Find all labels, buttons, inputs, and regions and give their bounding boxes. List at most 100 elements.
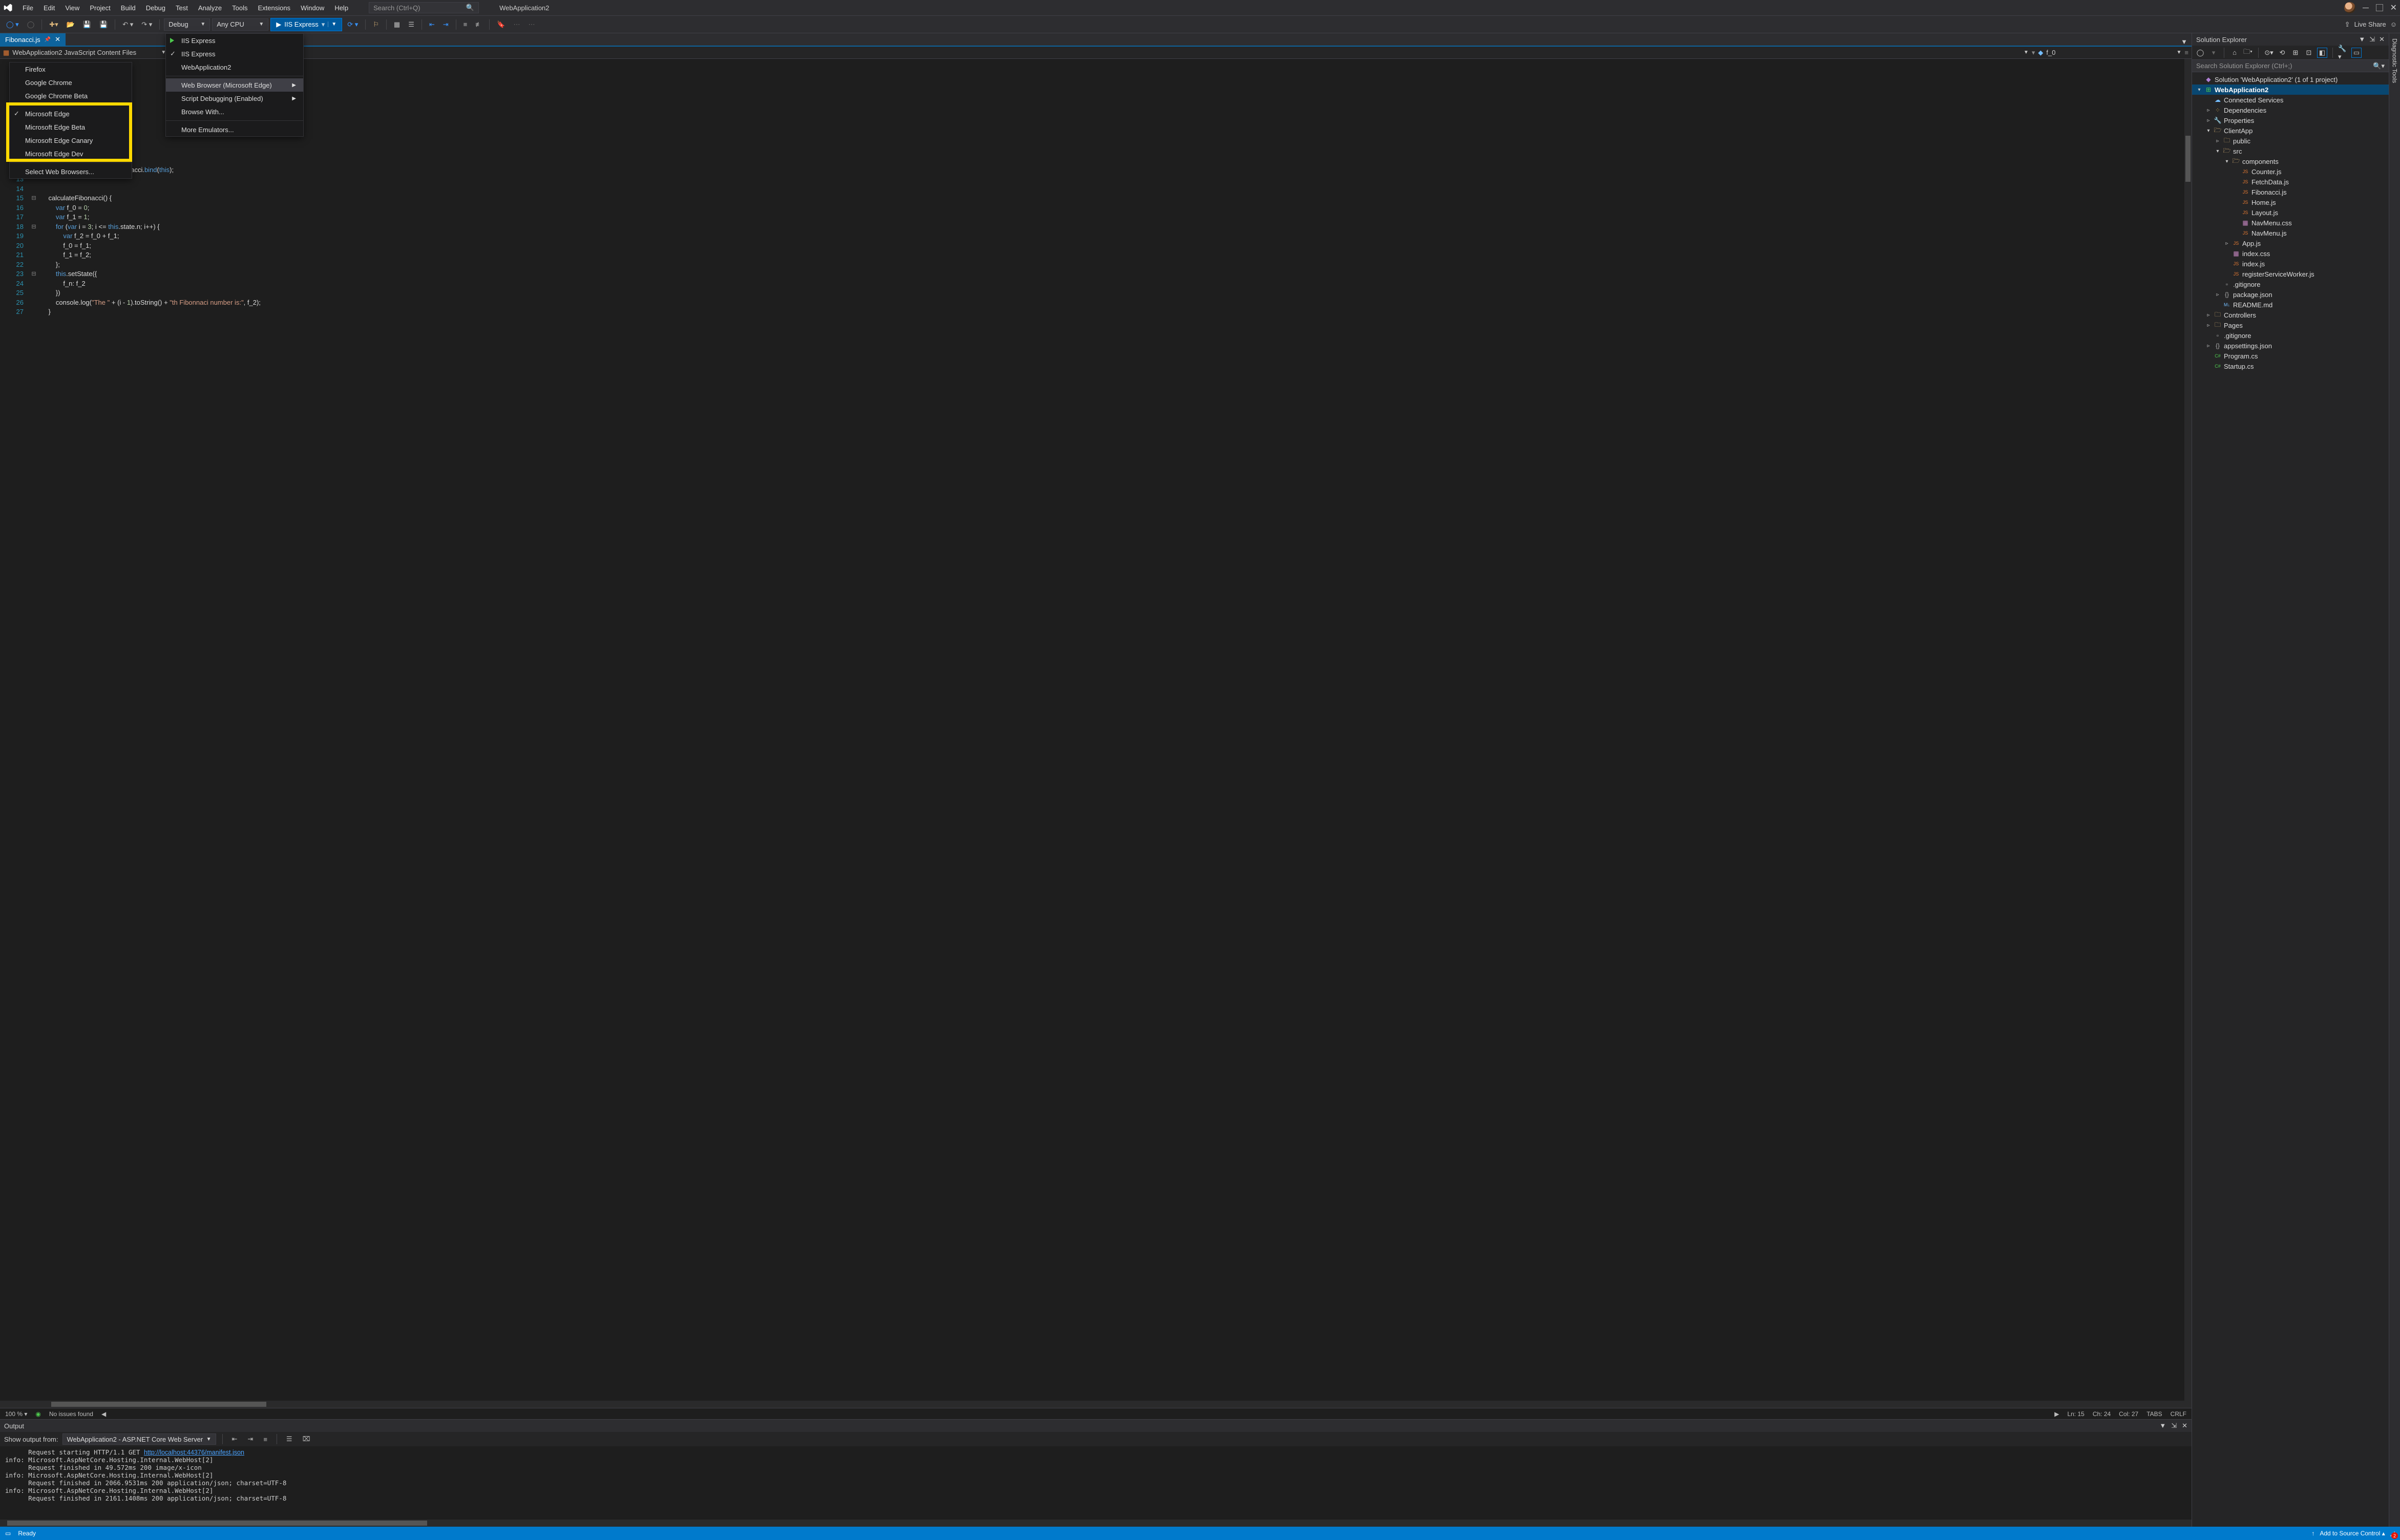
config-combo[interactable]: Debug▼ xyxy=(164,18,210,31)
tree-node[interactable]: JSregisterServiceWorker.js xyxy=(2192,269,2389,279)
se-scope-icon[interactable]: ⊡ xyxy=(2304,48,2314,58)
code-editor[interactable]: 1234567891011121314151617181920212223242… xyxy=(0,59,2192,1401)
quick-search-input[interactable]: Search (Ctrl+Q) 🔍 xyxy=(369,2,479,13)
menu-item[interactable]: Firefox xyxy=(10,62,132,76)
split-icon[interactable]: ≡ xyxy=(2184,49,2188,56)
menu-tools[interactable]: Tools xyxy=(227,2,252,14)
nav-back-button[interactable]: ◯ ▾ xyxy=(3,18,22,31)
se-back-icon[interactable]: ◯ xyxy=(2195,48,2205,58)
menu-item[interactable]: More Emulators... xyxy=(166,123,303,136)
save-all-button[interactable]: 💾 xyxy=(96,18,111,31)
menu-item[interactable]: Google Chrome Beta xyxy=(10,89,132,102)
menu-item[interactable]: Microsoft Edge Canary xyxy=(10,134,132,147)
zoom-combo[interactable]: 100 % ▾ xyxy=(5,1410,27,1418)
output-indent3-icon[interactable]: ≡ xyxy=(260,1433,270,1445)
se-home-icon[interactable]: ⌂ xyxy=(2229,48,2240,58)
menu-item[interactable]: IIS Express xyxy=(166,34,303,47)
tree-node[interactable]: ▹⁘Dependencies xyxy=(2192,105,2389,115)
tree-node[interactable]: ▾🗁components xyxy=(2192,156,2389,166)
tree-node[interactable]: ◆Solution 'WebApplication2' (1 of 1 proj… xyxy=(2192,74,2389,85)
se-sync-icon[interactable]: ⊙▾ xyxy=(2264,48,2274,58)
tb-extra-1[interactable]: ⋯ xyxy=(510,18,523,31)
se-refresh-icon[interactable]: ⟲ xyxy=(2277,48,2287,58)
tb-icon-1[interactable]: ▦ xyxy=(391,18,403,31)
tree-node[interactable]: ▾🗁src xyxy=(2192,146,2389,156)
menu-window[interactable]: Window xyxy=(296,2,329,14)
se-pin-icon[interactable]: ⇲ xyxy=(2369,35,2375,44)
output-indent2-icon[interactable]: ⇥ xyxy=(244,1433,256,1445)
nav-left-icon[interactable]: ◀ xyxy=(101,1410,106,1418)
menu-project[interactable]: Project xyxy=(85,2,115,14)
tree-node[interactable]: C#Program.cs xyxy=(2192,351,2389,361)
menu-edit[interactable]: Edit xyxy=(38,2,60,14)
tree-node[interactable]: ▾🗁ClientApp xyxy=(2192,125,2389,136)
window-close-button[interactable]: ✕ xyxy=(2390,3,2397,13)
platform-combo[interactable]: Any CPU▼ xyxy=(212,18,268,31)
menu-extensions[interactable]: Extensions xyxy=(252,2,296,14)
tree-node[interactable]: JSCounter.js xyxy=(2192,166,2389,177)
output-source-combo[interactable]: WebApplication2 - ASP.NET Core Web Serve… xyxy=(62,1433,216,1445)
se-close-icon[interactable]: ✕ xyxy=(2379,35,2385,44)
tree-node[interactable]: JSLayout.js xyxy=(2192,207,2389,218)
comment-icon[interactable]: ≡ xyxy=(460,18,471,30)
output-dropdown-icon[interactable]: ▼ xyxy=(2159,1422,2166,1430)
tree-node[interactable]: ▹🗀public xyxy=(2192,136,2389,146)
open-button[interactable]: 📂 xyxy=(64,18,78,31)
menu-item[interactable]: Script Debugging (Enabled)▶ xyxy=(166,92,303,105)
menu-build[interactable]: Build xyxy=(116,2,141,14)
tree-node[interactable]: JSNavMenu.js xyxy=(2192,228,2389,238)
user-avatar[interactable] xyxy=(2344,2,2355,13)
menu-item[interactable]: ✓IIS Express xyxy=(166,47,303,60)
menu-item[interactable]: Select Web Browsers... xyxy=(10,165,132,178)
se-fwd-icon[interactable]: ▾ xyxy=(2208,48,2219,58)
tree-node[interactable]: JSindex.js xyxy=(2192,259,2389,269)
menu-item[interactable]: ✓Microsoft Edge xyxy=(10,107,132,120)
editor-hscrollbar[interactable] xyxy=(0,1401,2192,1408)
menu-analyze[interactable]: Analyze xyxy=(193,2,227,14)
indent-inc-icon[interactable]: ⇥ xyxy=(440,18,452,31)
tb-extra-2[interactable]: ⋯ xyxy=(525,18,538,31)
window-maximize-button[interactable] xyxy=(2376,4,2383,11)
tree-node[interactable]: M↓README.md xyxy=(2192,300,2389,310)
indent-dec-icon[interactable]: ⇤ xyxy=(426,18,438,31)
notifications-button[interactable]: ◢ 2 xyxy=(2390,1530,2395,1537)
se-properties-icon[interactable]: 🔧▾ xyxy=(2338,48,2348,58)
menu-item[interactable]: Microsoft Edge Beta xyxy=(10,120,132,134)
output-pin-icon[interactable]: ⇲ xyxy=(2171,1422,2177,1430)
menu-help[interactable]: Help xyxy=(329,2,353,14)
close-tab-icon[interactable]: ✕ xyxy=(55,35,60,44)
undo-button[interactable]: ↶ ▾ xyxy=(119,18,136,31)
tab-overflow-icon[interactable]: ▼ xyxy=(2177,38,2192,46)
live-share-button[interactable]: Live Share xyxy=(2354,20,2386,28)
tree-node[interactable]: ▦NavMenu.css xyxy=(2192,218,2389,228)
nav-member-combo-mid[interactable]: ▼ xyxy=(169,50,2029,55)
tree-node[interactable]: ▫.gitignore xyxy=(2192,279,2389,289)
se-preview-icon[interactable]: ▭ xyxy=(2351,48,2362,58)
bookmark-icon[interactable]: 🔖 xyxy=(494,18,508,31)
redo-button[interactable]: ↷ ▾ xyxy=(138,18,155,31)
tree-node[interactable]: ▹{}package.json xyxy=(2192,289,2389,300)
new-item-button[interactable]: ✚▾ xyxy=(46,18,61,31)
se-switch-view-icon[interactable]: 🗀▾ xyxy=(2243,48,2253,58)
editor-vscrollbar[interactable] xyxy=(2184,59,2192,1401)
se-dropdown-icon[interactable]: ▼ xyxy=(2359,35,2365,44)
diagnostic-tools-tab[interactable]: Diagnostic Tools xyxy=(2389,33,2400,1527)
menu-item[interactable]: Browse With... xyxy=(166,105,303,118)
menu-file[interactable]: File xyxy=(17,2,38,14)
tree-node[interactable]: ▾⊞WebApplication2 xyxy=(2192,85,2389,95)
tree-node[interactable]: ▦index.css xyxy=(2192,248,2389,259)
tree-node[interactable]: ▫.gitignore xyxy=(2192,330,2389,341)
solution-tree[interactable]: ◆Solution 'WebApplication2' (1 of 1 proj… xyxy=(2192,72,2389,1527)
output-indent-icon[interactable]: ⇤ xyxy=(229,1433,241,1445)
se-collapse-icon[interactable]: ⊞ xyxy=(2290,48,2301,58)
tree-node[interactable]: C#Startup.cs xyxy=(2192,361,2389,371)
output-clear-icon[interactable]: ⌧ xyxy=(300,1433,313,1445)
nav-fwd-button[interactable]: ◯ xyxy=(24,18,38,31)
save-button[interactable]: 💾 xyxy=(80,18,94,31)
tree-node[interactable]: JSHome.js xyxy=(2192,197,2389,207)
browser-link-button[interactable]: ⚐ xyxy=(370,18,382,31)
add-source-control-button[interactable]: Add to Source Control ▴ xyxy=(2320,1530,2385,1537)
se-search-input[interactable]: Search Solution Explorer (Ctrl+;) 🔍▾ xyxy=(2192,60,2389,72)
tree-node[interactable]: JSFetchData.js xyxy=(2192,177,2389,187)
menu-debug[interactable]: Debug xyxy=(141,2,171,14)
